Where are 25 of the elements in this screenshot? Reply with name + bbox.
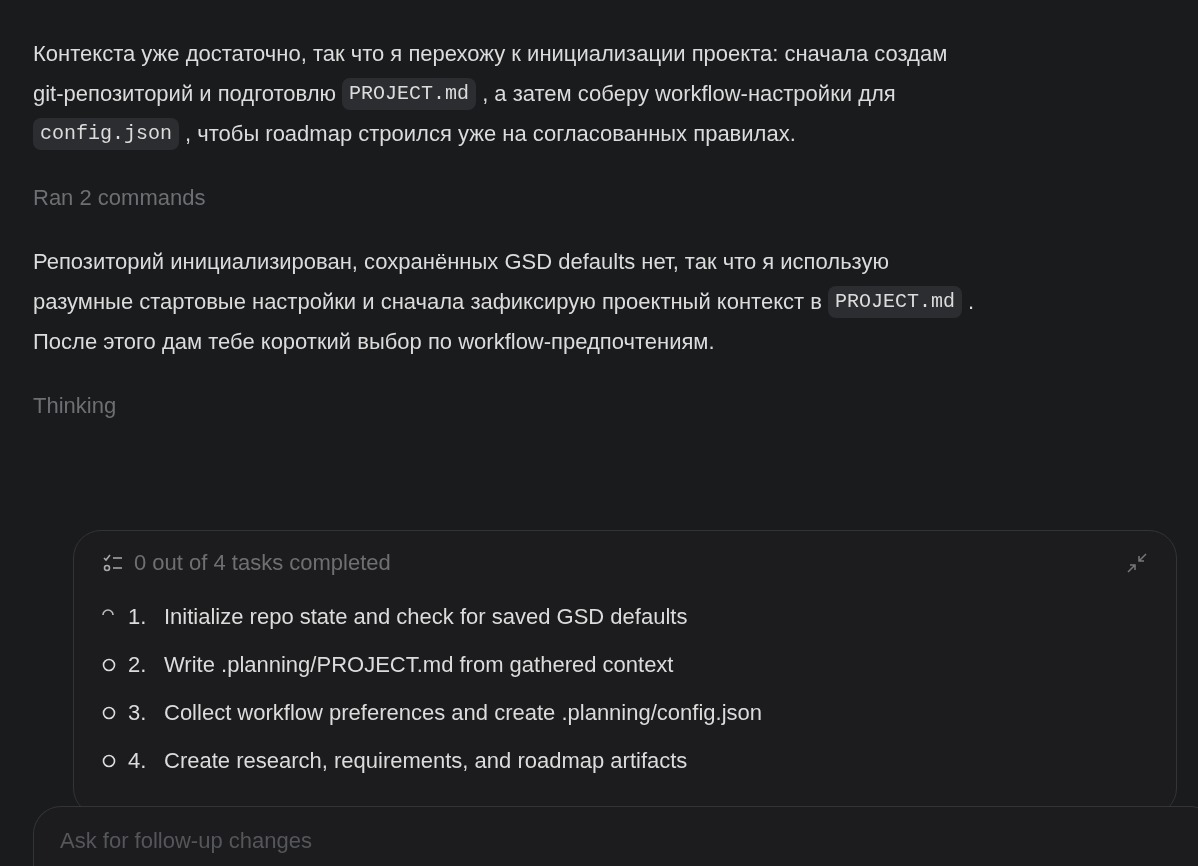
message-text: После этого дам тебе короткий выбор по workflow-предпочтениям. bbox=[33, 328, 715, 356]
status-text: Ran 2 commands bbox=[33, 184, 206, 212]
message-text: , чтобы roadmap строился уже на согласованных правилах. bbox=[185, 120, 796, 148]
task-number: 4. bbox=[128, 748, 148, 774]
message-text: разумные стартовые настройки и сначала зафиксирую проектный контекст в bbox=[33, 288, 822, 316]
follow-up-input[interactable]: Ask for follow-up changes bbox=[58, 827, 562, 855]
task-text: Write .planning/PROJECT.md from gathered context bbox=[164, 652, 674, 678]
message-text: . bbox=[967, 288, 975, 316]
message-text: git-репозиторий и подготовлю bbox=[33, 80, 337, 108]
message-text: Контекста уже достаточно, так что я перехожу к инициализации проекта: сначала создам bbox=[33, 40, 948, 68]
task-text: Create research, requirements, and roadmap artifacts bbox=[164, 748, 688, 774]
task-number: 3. bbox=[128, 700, 148, 726]
collapse-icon[interactable] bbox=[1126, 552, 1148, 574]
message-text: Репозиторий инициализирован, сохранённых GSD defaults нет, так что я использую bbox=[33, 248, 889, 276]
inline-code: PROJECT.md bbox=[342, 78, 477, 110]
task-text: Initialize repo state and check for saved GSD defaults bbox=[164, 604, 688, 630]
status-text: Thinking bbox=[33, 392, 117, 420]
task-text: Collect workflow preferences and create .planning/config.json bbox=[164, 700, 762, 726]
checklist-icon bbox=[102, 553, 124, 573]
message-text: , а затем соберу workflow-настройки для bbox=[482, 80, 896, 108]
inline-code: config.json bbox=[33, 118, 180, 150]
task-summary: 0 out of 4 tasks completed bbox=[134, 550, 391, 576]
task-number: 2. bbox=[128, 652, 148, 678]
inline-code: PROJECT.md bbox=[827, 286, 962, 318]
task-number: 1. bbox=[128, 604, 148, 630]
